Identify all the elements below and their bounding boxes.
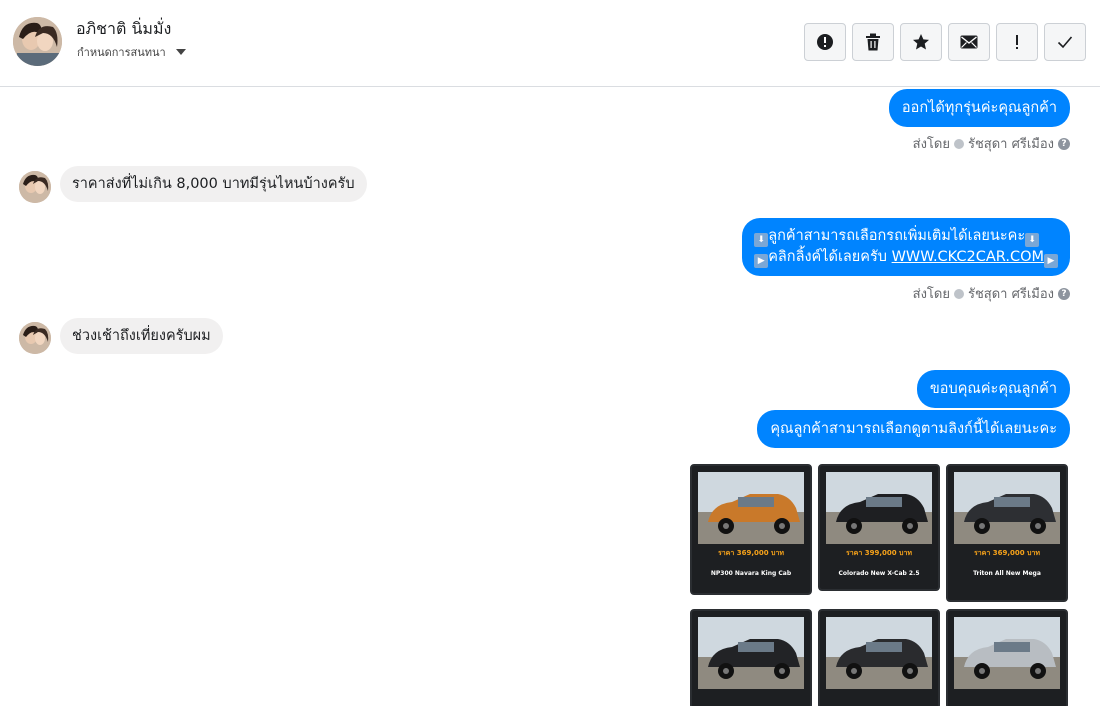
header-actions	[804, 23, 1086, 61]
star-button[interactable]	[900, 23, 942, 61]
star-icon	[913, 34, 929, 50]
check-circle-icon	[953, 138, 964, 149]
contact-avatar-small	[19, 171, 51, 203]
envelope-icon	[960, 35, 978, 49]
car-price: ราคา 369,000 บาท	[717, 549, 785, 557]
down-arrow-emoji-icon: ⬇	[754, 233, 769, 247]
car-listing-image[interactable]	[818, 609, 940, 706]
car-listing-image[interactable]: ราคา 369,000 บาท NP300 Navara King Cab	[690, 464, 812, 595]
contact-name: อภิชาติ นิ่มมั่ง	[76, 19, 172, 38]
car-photo	[698, 472, 804, 544]
help-icon[interactable]: ?	[1058, 287, 1070, 300]
website-link[interactable]: WWW.CKC2CAR.COM	[892, 249, 1044, 265]
mark-unread-button[interactable]	[948, 23, 990, 61]
car-photo	[698, 617, 804, 689]
car-model: NP300 Navara King Cab	[710, 570, 792, 577]
caret-down-icon	[175, 49, 186, 55]
outgoing-message: ขอบคุณค่ะคุณลูกค้า	[916, 370, 1070, 408]
trash-icon	[866, 33, 880, 51]
car-listing-image[interactable]: ราคา 369,000 บาท Triton All New Mega	[946, 464, 1068, 602]
sent-by-label: ส่งโดย	[912, 287, 950, 302]
sender-name: รัชสุดา ศรีเมือง	[967, 137, 1054, 152]
exclamation-icon	[1016, 35, 1018, 49]
car-photo	[954, 472, 1060, 544]
car-model: Triton All New Mega	[973, 570, 1041, 577]
incoming-message: ช่วงเช้าถึงเที่ยงครับผม	[60, 318, 223, 354]
play-emoji-icon: ▶	[1044, 254, 1058, 268]
mark-spam-button[interactable]	[804, 23, 846, 61]
checkmark-icon	[1057, 36, 1073, 49]
message-line-1: ⬇ ลูกค้าสามารถเลือกรถเพิ่มเติมได้เลยนะคะ ⬇	[754, 226, 1058, 247]
car-listing-image[interactable]	[690, 609, 812, 706]
car-listing-image[interactable]	[946, 609, 1068, 706]
delete-button[interactable]	[852, 23, 894, 61]
mark-done-button[interactable]	[1044, 23, 1086, 61]
outgoing-message: ออกได้ทุกรุ่นค่ะคุณลูกค้า	[888, 89, 1070, 127]
assign-conversation-dropdown[interactable]: กำหนดการสนทนา	[77, 43, 186, 61]
car-photo	[826, 472, 932, 544]
help-icon[interactable]: ?	[1058, 137, 1070, 150]
contact-avatar[interactable]	[13, 17, 62, 66]
outgoing-message: คุณลูกค้าสามารถเลือกดูตามลิงก์นี้ได้เลยน…	[757, 410, 1070, 448]
sent-by-info: ส่งโดย รัชสุดา ศรีเมือง ?	[913, 133, 1070, 154]
alert-circle-icon	[817, 34, 833, 50]
conversation-header: อภิชาติ นิ่มมั่ง กำหนดการสนทนา	[0, 0, 1100, 87]
check-circle-icon	[953, 288, 964, 299]
sent-by-label: ส่งโดย	[912, 137, 950, 152]
outgoing-message-link: ⬇ ลูกค้าสามารถเลือกรถเพิ่มเติมได้เลยนะคะ ⬇…	[742, 218, 1070, 276]
message-thread[interactable]: ออกได้ทุกรุ่นค่ะคุณลูกค้า ส่งโดย รัชสุดา…	[0, 88, 1100, 706]
incoming-message: ราคาส่งที่ไม่เกิน 8,000 บาทมีรุ่นไหนบ้าง…	[60, 166, 367, 202]
sender-name: รัชสุดา ศรีเมือง	[967, 287, 1054, 302]
car-photo	[826, 617, 932, 689]
car-listing-image[interactable]: ราคา 399,000 บาท Colorado New X-Cab 2.5	[818, 464, 940, 591]
sent-by-info: ส่งโดย รัชสุดา ศรีเมือง ?	[913, 283, 1070, 304]
car-price: ราคา 369,000 บาท	[973, 549, 1041, 557]
assign-label: กำหนดการสนทนา	[77, 46, 166, 59]
message-line-2: ▶ คลิกลิ้งค์ได้เลยครับ WWW.CKC2CAR.COM ▶	[754, 247, 1058, 268]
play-emoji-icon: ▶	[754, 254, 769, 268]
car-model: Colorado New X-Cab 2.5	[838, 570, 920, 577]
follow-up-button[interactable]	[996, 23, 1038, 61]
car-price: ราคา 399,000 บาท	[845, 549, 913, 557]
contact-avatar-small	[19, 322, 51, 354]
down-arrow-emoji-icon: ⬇	[1025, 233, 1040, 247]
car-photo	[954, 617, 1060, 689]
